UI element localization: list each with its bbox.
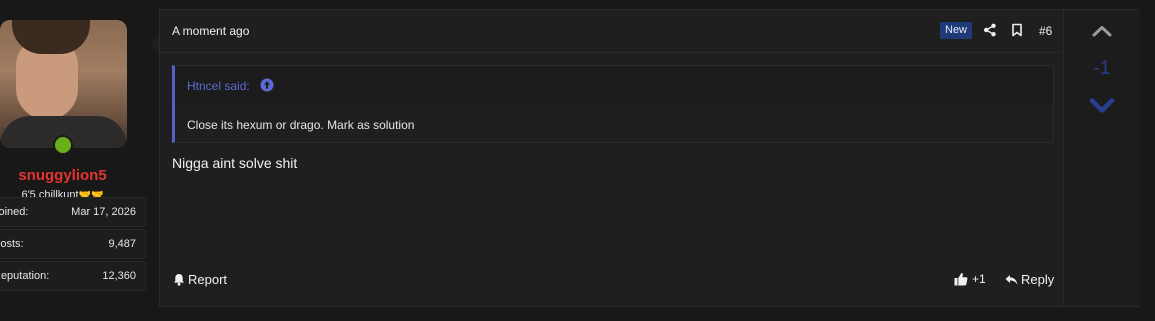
vote-score: -1 — [1093, 58, 1111, 79]
post-header: A moment ago New #6 — [160, 10, 1062, 53]
quote-text: Close its hexum or drago. Mark as soluti… — [187, 118, 415, 132]
chevron-down-icon[interactable] — [1089, 97, 1115, 115]
quote-block: Htncel said: Close its hexum or drago. M… — [172, 65, 1054, 143]
arrow-up-circle-icon[interactable] — [260, 78, 274, 92]
online-status-indicator — [53, 135, 73, 155]
quote-header: Htncel said: — [175, 66, 1053, 104]
like-count: +1 — [972, 272, 986, 286]
quote-body: Close its hexum or drago. Mark as soluti… — [175, 104, 1053, 142]
quote-author-link[interactable]: Htncel said: — [187, 79, 250, 93]
thumbs-up-icon — [954, 273, 968, 286]
post-arrow-notch — [150, 35, 159, 53]
new-badge: New — [940, 22, 973, 39]
stat-label: Joined: — [0, 206, 29, 218]
stat-value: Mar 17, 2026 — [71, 206, 136, 218]
post-number-link[interactable]: #6 — [1039, 24, 1052, 38]
avatar-image[interactable] — [0, 20, 127, 148]
stat-row-reputation: Reputation: 12,360 — [0, 261, 146, 291]
reply-button[interactable]: Reply — [1005, 272, 1054, 287]
reply-icon — [1005, 274, 1018, 285]
chevron-up-icon[interactable] — [1092, 24, 1112, 38]
report-button[interactable]: Report — [173, 272, 227, 287]
stat-label: Reputation: — [0, 270, 50, 282]
vote-panel: -1 — [1063, 10, 1140, 306]
bookmark-icon[interactable] — [1010, 23, 1024, 37]
reply-label: Reply — [1021, 272, 1055, 287]
post-card: A moment ago New #6 Htncel said: Close i… — [159, 9, 1140, 307]
post-timestamp[interactable]: A moment ago — [172, 24, 249, 38]
stat-row-joined: Joined: Mar 17, 2026 — [0, 197, 146, 227]
stat-value: 9,487 — [108, 238, 136, 250]
post-message: Nigga aint solve shit — [172, 155, 298, 171]
stat-label: Posts: — [0, 238, 24, 250]
user-info-panel: snuggylion5 6'5 chillkunt🤝🤝 Joined: Mar … — [0, 10, 155, 300]
stat-value: 12,360 — [102, 270, 136, 282]
bell-icon — [174, 274, 184, 286]
username-link[interactable]: snuggylion5 — [0, 167, 125, 184]
stat-row-posts: Posts: 9,487 — [0, 229, 146, 259]
share-icon[interactable] — [983, 23, 997, 37]
report-label: Report — [188, 272, 228, 287]
avatar[interactable] — [0, 20, 127, 148]
like-button[interactable]: +1 — [954, 272, 986, 286]
